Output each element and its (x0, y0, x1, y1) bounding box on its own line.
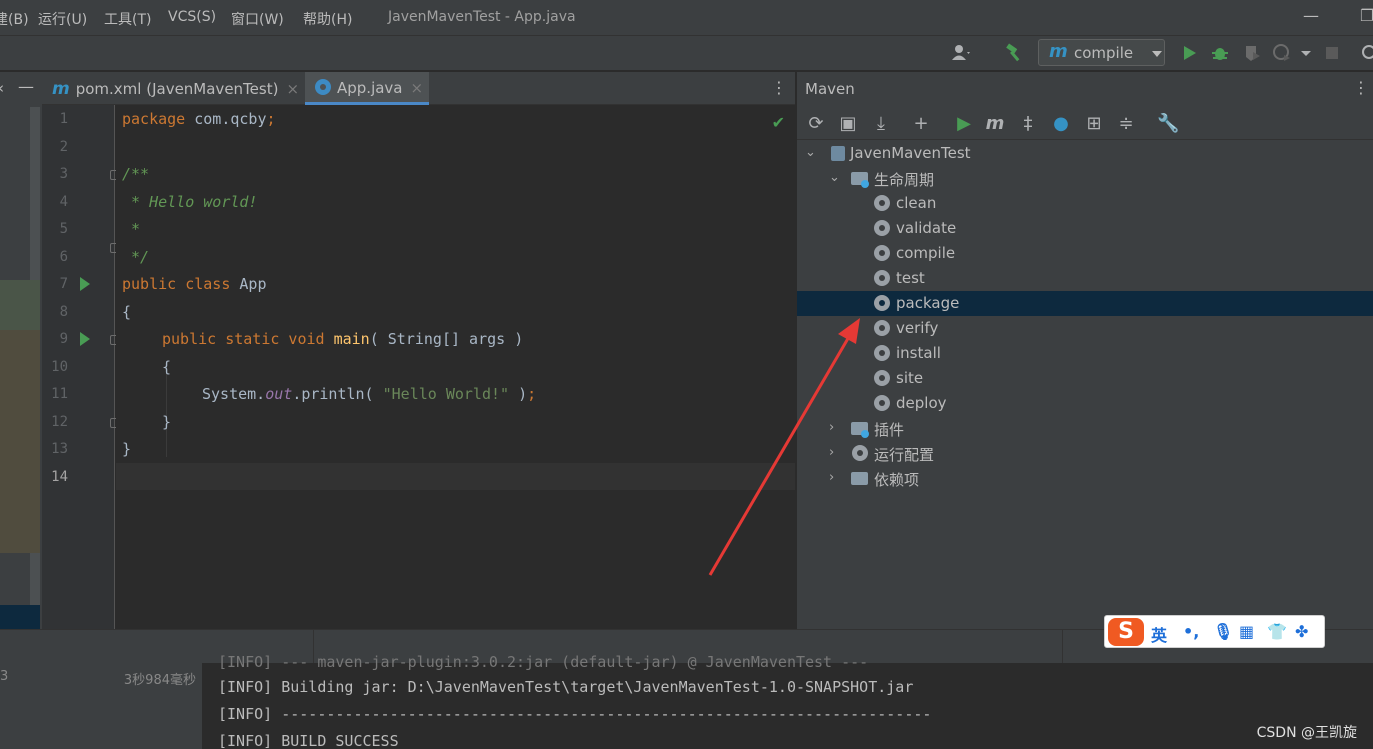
annotation-arrow (708, 318, 860, 576)
